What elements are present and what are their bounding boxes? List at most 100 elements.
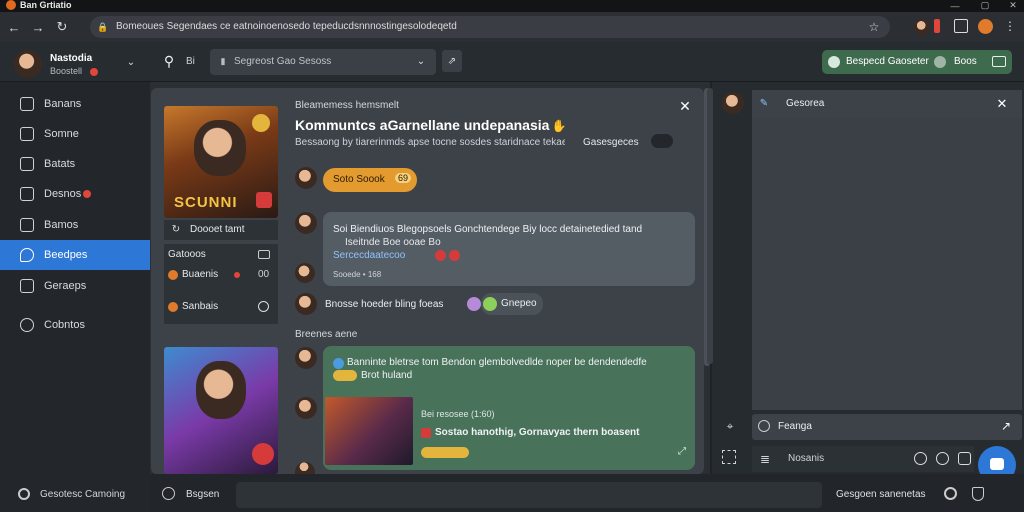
extensions-icon[interactable] — [954, 19, 968, 33]
reply-emoji-icon — [483, 297, 497, 311]
back-icon[interactable]: ← — [6, 19, 22, 35]
refresh-icon: ↻ — [171, 223, 181, 235]
search-icon[interactable]: ⚲ — [160, 52, 178, 70]
user-avatar[interactable] — [14, 50, 42, 78]
window-title: Ban Grtiatio — [20, 0, 72, 10]
reaction-icon[interactable] — [449, 250, 460, 261]
msg3-image[interactable] — [325, 397, 413, 465]
hand-icon: ✋ — [551, 119, 567, 133]
sidebar-footer[interactable]: Gesotesc Camoing — [18, 488, 125, 500]
window-titlebar: Ban Grtiatio — ▢ ✕ — [0, 0, 1024, 12]
toggle-switch[interactable] — [651, 134, 673, 148]
gear-icon — [18, 488, 30, 500]
profile-avatar-small[interactable] — [914, 19, 930, 35]
sidebar-item-bamos[interactable]: Bamos — [0, 210, 150, 240]
clock-small-icon — [162, 487, 175, 500]
game-cover-image[interactable]: Scunni — [164, 106, 278, 218]
sidebar-item-cobntos[interactable]: Cobntos — [0, 310, 150, 340]
filter-icon[interactable]: ⇗ — [442, 50, 462, 72]
sidebar-item-somne[interactable]: Somne — [0, 119, 150, 149]
right-panel: ✎ Gesorea ✕ ⌖ Feanga ↗ ≣ Nosanis — [707, 82, 1024, 512]
send-icon[interactable]: ↗ — [998, 418, 1014, 434]
msg3-line2: Brot huland — [361, 370, 413, 381]
clock-icon — [258, 301, 269, 312]
sidebar-item-beedpes[interactable]: Beedpes — [0, 240, 150, 270]
chat-bubble-icon — [990, 458, 1004, 470]
sidebar-item-desnos[interactable]: Desnos — [0, 179, 150, 209]
msg1-second-avatar[interactable] — [295, 263, 315, 283]
unread-badge — [83, 190, 92, 198]
search-input[interactable]: ▮ Segreost Gao Sesoss ⌄ — [210, 49, 436, 75]
action-small-icon — [934, 56, 946, 68]
bottom-input[interactable] — [236, 482, 822, 508]
dropdown-label[interactable]: Gasesgeces — [583, 137, 639, 148]
right-input[interactable]: Feanga ↗ — [752, 414, 1022, 440]
address-bar[interactable]: 🔒 Bomeoues Segendaes ce eatnoinoenosedo … — [90, 16, 890, 38]
dropdown-chevron-icon[interactable]: ⌄ — [414, 54, 428, 68]
close-icon[interactable]: ✕ — [677, 98, 693, 114]
sidebar-item-batats[interactable]: Batats — [0, 149, 150, 179]
msg1-link[interactable]: Sercecdaatecoo — [333, 250, 405, 261]
member-avatar[interactable] — [295, 167, 317, 189]
hero-portrait — [194, 120, 246, 176]
action-button[interactable]: Bespecd Gaoseter Boos — [822, 50, 1012, 74]
chevron-down-icon[interactable]: ⌄ — [124, 55, 138, 69]
chat-card: Scunni ↻ Doooet tamt Gatooos Buaenis 00 … — [151, 88, 710, 474]
msg2-text: Bnosse hoeder bling foeas — [325, 299, 444, 310]
gif-button-icon[interactable] — [936, 452, 949, 465]
reload-icon[interactable]: ↻ — [54, 19, 70, 35]
right-scrollbar[interactable] — [707, 88, 713, 364]
chat-subtitle: Bleamemess hemsmelt — [295, 100, 399, 111]
bottom-gear-icon[interactable] — [944, 487, 957, 500]
maximize-icon[interactable]: ▢ — [978, 0, 992, 11]
msg3-avatar[interactable] — [295, 347, 317, 369]
sidebar-item-label: Cobntos — [44, 319, 85, 331]
star-icon[interactable]: ☆ — [866, 19, 882, 35]
composer[interactable]: ≣ Nosanis — [752, 446, 974, 472]
msg4-avatar[interactable] — [295, 462, 315, 474]
profile-icon[interactable] — [978, 19, 993, 34]
menu-icon[interactable]: ⋮ — [1004, 19, 1016, 33]
msg3-emojis — [333, 370, 357, 381]
sidebar-item-label: Beedpes — [44, 249, 88, 261]
forward-icon[interactable]: → — [30, 19, 46, 35]
sidebar-item-geraeps[interactable]: Geraeps — [0, 271, 150, 301]
msg3-second-avatar[interactable] — [295, 397, 317, 419]
close-window-icon[interactable]: ✕ — [1006, 0, 1020, 11]
sticker-button-icon[interactable] — [958, 452, 971, 465]
game2-cover-image[interactable] — [164, 347, 278, 474]
sidebar-item-label: Batats — [44, 158, 76, 170]
sidebar-item-label: Bamos — [44, 219, 79, 231]
reaction-icon[interactable] — [435, 250, 446, 261]
bottom-bar: Bsgsen Gesgoen sanenetas — [150, 474, 1024, 512]
msg1-text: Soi Biendiuos Blegopsoels Gonchtendege B… — [333, 224, 643, 235]
section-label: Breenes aene — [295, 329, 358, 340]
grid-icon[interactable] — [722, 450, 736, 464]
emoji-icon[interactable] — [467, 297, 481, 311]
person-icon — [20, 157, 34, 171]
reply-pill[interactable]: Gnepeo — [481, 293, 543, 315]
minimize-icon[interactable]: — — [948, 0, 962, 11]
toggle-icon[interactable] — [258, 250, 270, 259]
app-logo-icon — [6, 0, 16, 10]
right-close-icon[interactable]: ✕ — [994, 96, 1010, 112]
shield-icon[interactable] — [972, 487, 984, 501]
pin-icon[interactable]: ⌖ — [722, 418, 738, 434]
right-avatar[interactable] — [722, 92, 744, 114]
bottom-left-label: Bsgsen — [186, 489, 220, 500]
sidebar-item-banans[interactable]: Banans — [0, 89, 150, 119]
msg1-avatar[interactable] — [295, 212, 317, 234]
msg3-reactions[interactable] — [421, 447, 469, 458]
play-button[interactable] — [252, 443, 274, 465]
game-caption-row[interactable]: ↻ Doooet tamt — [164, 220, 278, 240]
screen-icon — [992, 56, 1006, 67]
chat-description: Bessaong by tiarerinmds apse tocne sosde… — [295, 137, 565, 148]
join-badge: 69 — [395, 173, 412, 183]
msg2-avatar[interactable] — [295, 293, 317, 315]
sidebar-item-label: Somne — [44, 128, 79, 140]
msg3-caption: Sostao hanothig, Gornavyac thern boasent — [435, 427, 640, 438]
join-button[interactable]: Soto Soook 69 — [323, 168, 417, 192]
game-row1-label: Buaenis — [182, 269, 219, 280]
emoji-button-icon[interactable] — [914, 452, 927, 465]
expand-icon[interactable]: ⤢ — [675, 444, 689, 458]
